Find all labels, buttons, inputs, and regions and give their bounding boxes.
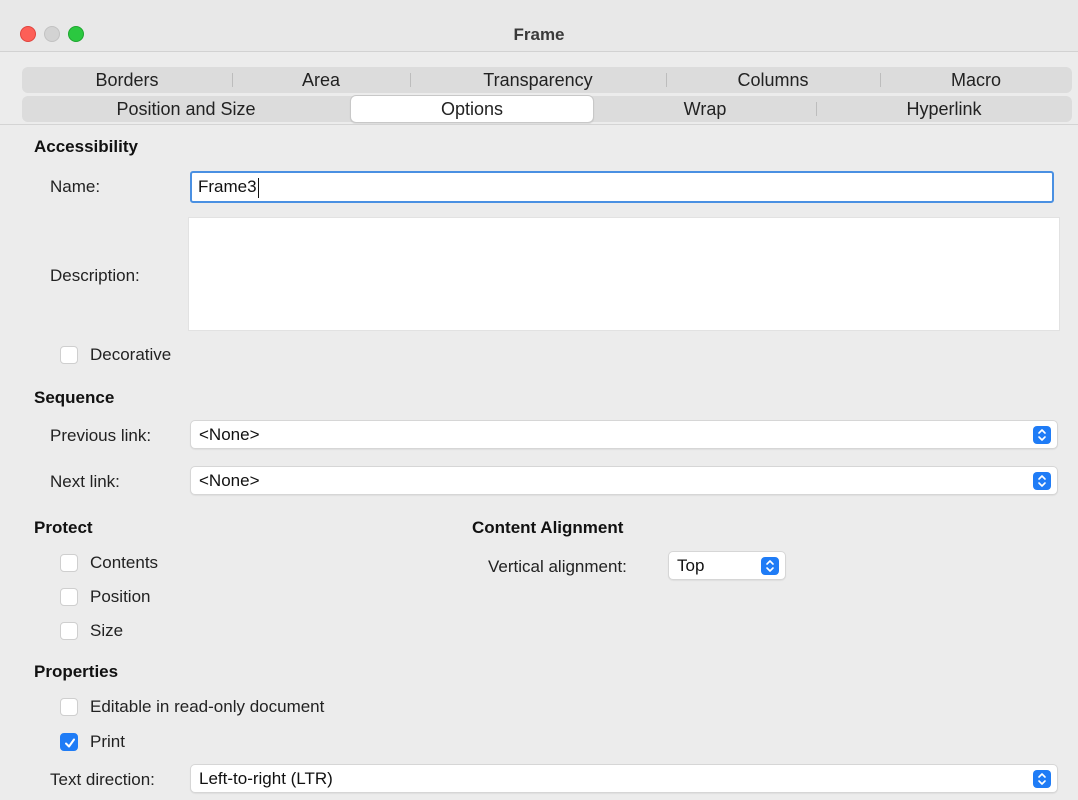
next-link-label: Next link:	[50, 472, 120, 491]
contents-label: Contents	[90, 553, 159, 572]
up-down-chevron-icon[interactable]	[761, 557, 779, 575]
description-label: Description:	[50, 266, 140, 285]
next-link-select[interactable]: <None>	[190, 466, 1058, 495]
tab-hyperlink[interactable]: Hyperlink	[816, 96, 1072, 122]
tab-wrap[interactable]: Wrap	[594, 96, 816, 122]
contents-checkbox[interactable]	[60, 554, 78, 572]
size-checkbox[interactable]	[60, 622, 78, 640]
previous-link-label: Previous link:	[50, 426, 152, 445]
vertical-alignment-label: Vertical alignment:	[488, 557, 627, 576]
previous-link-value: <None>	[199, 425, 260, 444]
up-down-chevron-icon[interactable]	[1033, 770, 1051, 788]
title-bar: Frame	[0, 0, 1078, 52]
tab-columns[interactable]: Columns	[666, 67, 880, 93]
protect-heading: Protect	[34, 518, 93, 537]
vertical-alignment-value: Top	[677, 556, 705, 575]
tab-row-1: Borders Area Transparency Columns Macro	[22, 67, 1072, 93]
sequence-heading: Sequence	[34, 388, 115, 407]
tab-area[interactable]: Area	[232, 67, 410, 93]
vertical-alignment-select[interactable]: Top	[668, 551, 786, 580]
position-label: Position	[90, 587, 151, 606]
accessibility-heading: Accessibility	[34, 137, 138, 156]
tab-transparency[interactable]: Transparency	[410, 67, 666, 93]
decorative-label: Decorative	[90, 345, 172, 364]
tab-row-2: Position and Size Options Wrap Hyperlink	[22, 95, 1072, 123]
frame-dialog: Frame Borders Area Transparency Columns …	[0, 0, 1078, 800]
position-checkbox[interactable]	[60, 588, 78, 606]
description-field[interactable]	[188, 217, 1060, 331]
text-direction-label: Text direction:	[50, 770, 155, 789]
properties-heading: Properties	[34, 662, 119, 681]
tab-position-and-size[interactable]: Position and Size	[22, 96, 350, 122]
text-direction-select[interactable]: Left-to-right (LTR)	[190, 764, 1058, 793]
content-alignment-heading: Content Alignment	[472, 518, 624, 537]
window-title: Frame	[513, 25, 565, 44]
next-link-value: <None>	[199, 471, 260, 490]
name-field[interactable]: Frame3	[190, 171, 1054, 203]
up-down-chevron-icon[interactable]	[1033, 426, 1051, 444]
text-cursor	[257, 177, 259, 198]
print-label: Print	[90, 732, 125, 751]
print-checkbox[interactable]	[60, 733, 78, 751]
name-label: Name:	[50, 177, 101, 196]
decorative-checkbox[interactable]	[60, 346, 78, 364]
up-down-chevron-icon[interactable]	[1033, 472, 1051, 490]
tab-borders[interactable]: Borders	[22, 67, 232, 93]
editable-readonly-checkbox[interactable]	[60, 698, 78, 716]
checkmark-icon	[65, 738, 75, 748]
name-field-value: Frame3	[198, 177, 257, 196]
size-label: Size	[90, 621, 124, 640]
text-direction-value: Left-to-right (LTR)	[199, 769, 333, 788]
previous-link-select[interactable]: <None>	[190, 420, 1058, 449]
tab-macro[interactable]: Macro	[880, 67, 1072, 93]
tab-options[interactable]: Options	[350, 95, 594, 123]
tab-panel-divider	[0, 124, 1078, 125]
editable-readonly-label: Editable in read-only document	[90, 697, 325, 716]
